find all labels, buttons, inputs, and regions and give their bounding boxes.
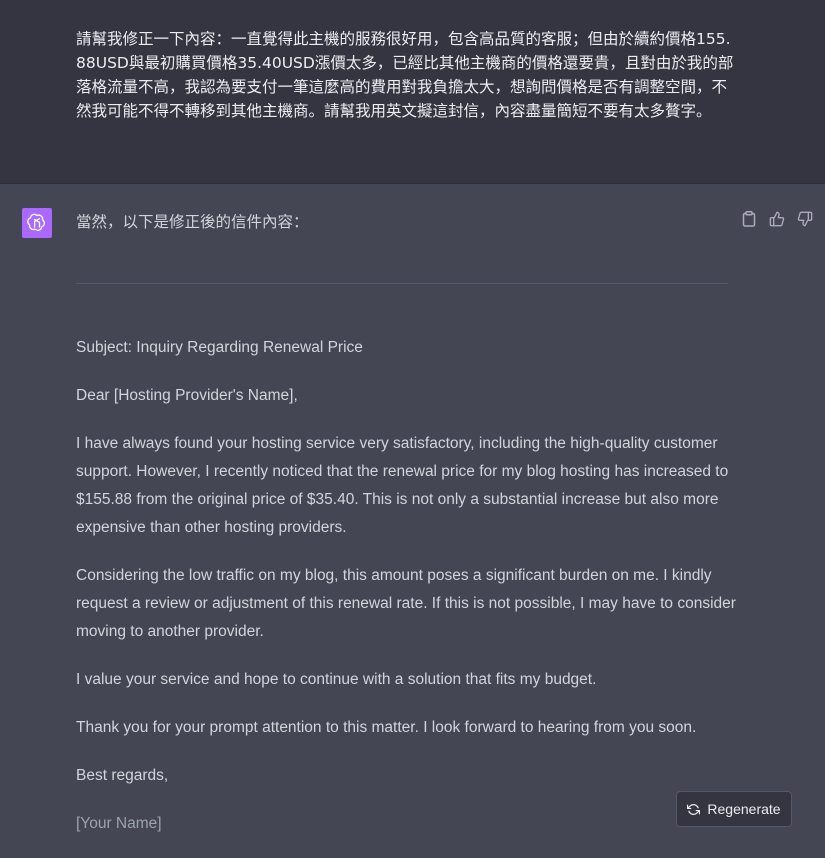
letter-closing: Best regards, <box>76 767 169 784</box>
user-message-text: 請幫我修正一下內容：一直覺得此主機的服務很好用，包含高品質的客服；但由於續約價格… <box>76 30 734 120</box>
letter-body: Subject: Inquiry Regarding Renewal Price… <box>76 334 736 858</box>
thumbs-up-icon[interactable] <box>768 210 786 228</box>
thumbs-down-icon[interactable] <box>796 210 814 228</box>
regenerate-label: Regenerate <box>707 801 781 817</box>
user-message: 請幫我修正一下內容：一直覺得此主機的服務很好用，包含高品質的客服；但由於續約價格… <box>0 0 825 184</box>
letter-paragraph-4: Thank you for your prompt attention to t… <box>76 719 697 736</box>
regenerate-button[interactable]: Regenerate <box>676 791 792 827</box>
letter-signature: [Your Name] <box>76 815 162 832</box>
divider <box>76 283 728 284</box>
letter-paragraph-2: Considering the low traffic on my blog, … <box>76 567 736 640</box>
assistant-message: 當然，以下是修正後的信件內容： Subject: Inquiry Regardi… <box>0 184 825 835</box>
letter-greeting: Dear [Hosting Provider's Name], <box>76 387 298 404</box>
refresh-icon <box>687 803 701 816</box>
letter-subject: Subject: Inquiry Regarding Renewal Price <box>76 339 363 356</box>
letter-paragraph-1: I have always found your hosting service… <box>76 435 729 536</box>
openai-logo-icon <box>22 208 52 238</box>
message-actions <box>740 210 814 228</box>
letter-paragraph-3: I value your service and hope to continu… <box>76 671 597 688</box>
assistant-intro: 當然，以下是修正後的信件內容： <box>76 213 309 231</box>
copy-icon[interactable] <box>740 210 758 228</box>
